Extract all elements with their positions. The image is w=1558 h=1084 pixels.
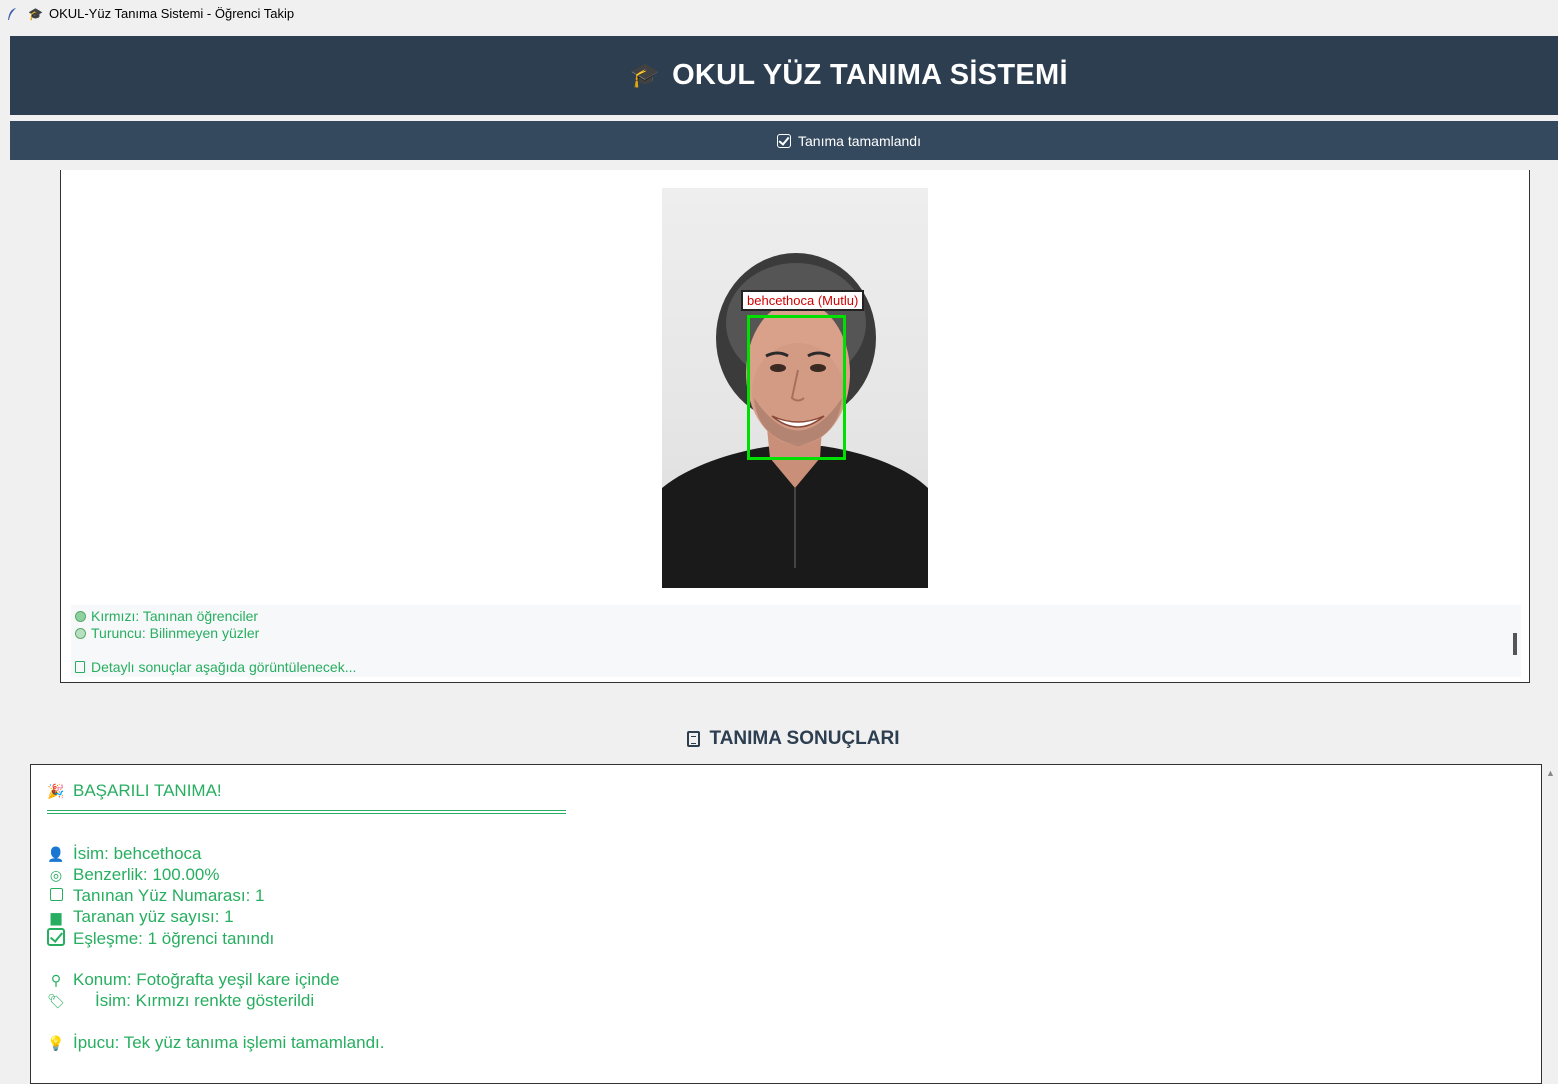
numbers-icon (47, 888, 65, 904)
legend-panel: Kırmızı: Tanınan öğrenciler Turuncu: Bil… (71, 605, 1521, 677)
result-name-color: 🏷 İsim: Kırmızı renkte gösterildi (47, 991, 314, 1011)
result-success: 🎉 BAŞARILI TANIMA! (47, 781, 222, 801)
result-text: İpucu: Tek yüz tanıma işlemi tamamlandı. (73, 1033, 385, 1052)
divider (47, 810, 566, 814)
analyzed-photo: behcethoca (Mutlu) (662, 188, 928, 588)
legend-label: Turuncu: Bilinmeyen yüzler (91, 625, 260, 641)
legend-label: Kırmızı: Tanınan öğrenciler (91, 608, 259, 624)
face-detection-box (747, 315, 846, 460)
result-text: Tanınan Yüz Numarası: 1 (73, 886, 265, 905)
graduation-cap-icon: 🎓 (630, 62, 661, 89)
checkbox-icon (47, 928, 65, 949)
results-heading: TANIMA SONUÇLARI (0, 728, 1558, 753)
result-match: Eşleşme: 1 öğrenci tanındı (47, 928, 274, 949)
result-text: İsim: Kırmızı renkte gösterildi (95, 991, 315, 1010)
window-titlebar: 🎓 OKUL-Yüz Tanıma Sistemi - Öğrenci Taki… (0, 0, 1558, 27)
legend-item-details: Detaylı sonuçlar aşağıda görüntülenecek.… (75, 659, 356, 675)
green-circle-icon (75, 627, 86, 639)
checkbox-icon (777, 133, 792, 148)
result-text: BAŞARILI TANIMA! (73, 781, 222, 800)
result-scanned: ▆ Taranan yüz sayısı: 1 (47, 907, 234, 927)
pin-icon: ⚲ (50, 971, 62, 988)
bar-chart-icon: ▆ (50, 908, 62, 925)
legend-item-recognized: Kırmızı: Tanınan öğrenciler (75, 608, 258, 624)
legend-item-unknown: Turuncu: Bilinmeyen yüzler (75, 625, 259, 641)
legend-label: Detaylı sonuçlar aşağıda görüntülenecek.… (91, 659, 357, 675)
result-text: Taranan yüz sayısı: 1 (73, 907, 234, 926)
result-similarity: ◎ Benzerlik: 100.00% (47, 865, 220, 885)
clipboard-icon (75, 661, 85, 673)
graduation-cap-icon: 🎓 (28, 6, 43, 21)
image-preview-panel: behcethoca (Mutlu) Kırmızı: Tanınan öğre… (60, 170, 1530, 683)
party-popper-icon: 🎉 (47, 782, 65, 799)
result-tip: 💡 İpucu: Tek yüz tanıma işlemi tamamland… (47, 1033, 385, 1053)
status-bar: Tanıma tamamlandı (10, 121, 1558, 160)
face-name-label: behcethoca (Mutlu) (741, 290, 865, 311)
status-text: Tanıma tamamlandı (798, 132, 921, 149)
person-icon: 👤 (47, 845, 65, 862)
target-icon: ◎ (49, 866, 63, 883)
result-text: Eşleşme: 1 öğrenci tanındı (73, 928, 275, 948)
scroll-up-arrow-icon[interactable]: ▲ (1546, 768, 1555, 778)
legend-scrollbar[interactable] (1513, 633, 1517, 655)
page-title: OKUL YÜZ TANIMA SİSTEMİ (672, 59, 1068, 91)
app-header: 🎓 OKUL YÜZ TANIMA SİSTEMİ (10, 36, 1558, 115)
result-location: ⚲ Konum: Fotoğrafta yeşil kare içinde (47, 970, 340, 990)
clipboard-icon (686, 731, 700, 747)
results-title-text: TANIMA SONUÇLARI (709, 728, 900, 749)
tag-icon: 🏷 (47, 992, 65, 1009)
result-text: İsim: behcethoca (73, 844, 202, 863)
result-text: Konum: Fotoğrafta yeşil kare içinde (73, 970, 340, 989)
results-text-panel: 🎉 BAŞARILI TANIMA! 👤 İsim: behcethoca ◎ … (30, 764, 1542, 1084)
result-text: Benzerlik: 100.00% (73, 865, 220, 884)
green-circle-icon (75, 610, 86, 622)
result-name: 👤 İsim: behcethoca (47, 844, 202, 864)
lightbulb-icon: 💡 (47, 1034, 65, 1051)
window-title: OKUL-Yüz Tanıma Sistemi - Öğrenci Takip (48, 6, 295, 21)
feather-icon (6, 7, 18, 21)
result-face-number: Tanınan Yüz Numarası: 1 (47, 886, 265, 906)
